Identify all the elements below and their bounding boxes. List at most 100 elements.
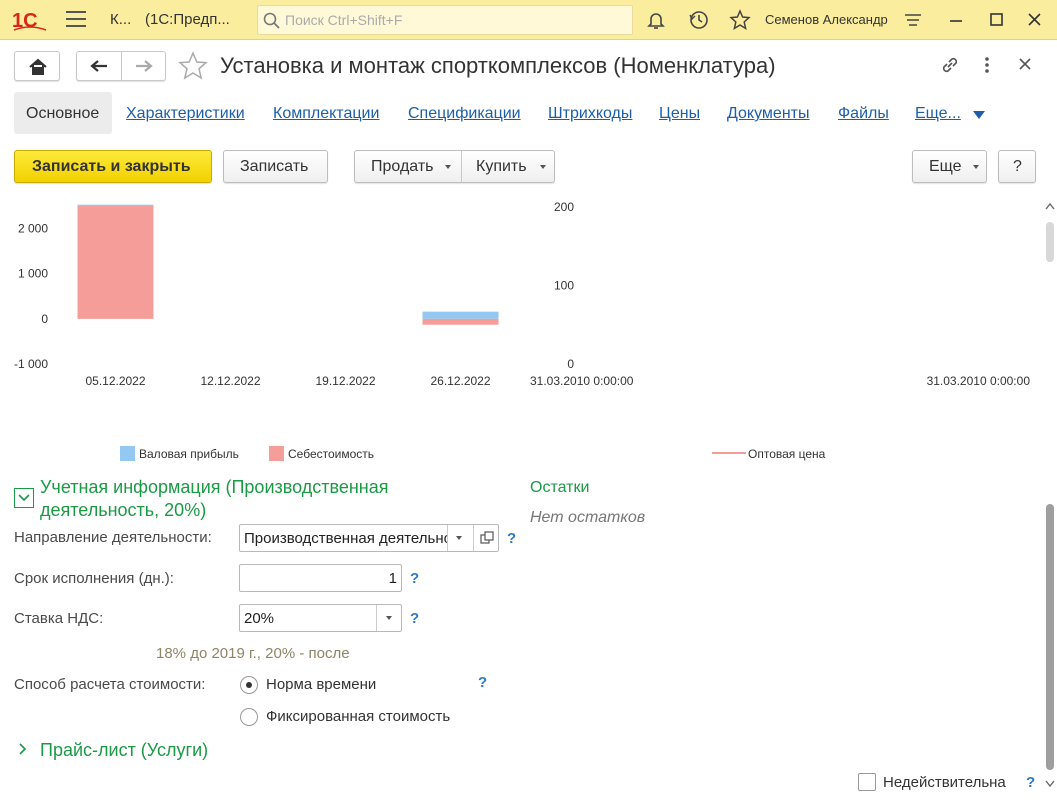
minimize-icon[interactable] — [945, 9, 967, 31]
tab-main-label: Основное — [26, 105, 100, 122]
margin-bar — [77, 204, 154, 207]
scroll-down-icon[interactable] — [1045, 780, 1055, 788]
invalid-label[interactable]: Недействительна — [883, 774, 1006, 791]
close-form-icon[interactable] — [1018, 57, 1032, 71]
accounting-group-title[interactable]: Учетная информация (Производственная дея… — [40, 476, 440, 522]
x-tick-label: 12.12.2022 — [200, 374, 260, 388]
cost-method-label: Способ расчета стоимости: — [14, 676, 206, 693]
bell-icon[interactable] — [645, 9, 667, 31]
y-tick-label: 100 — [554, 279, 574, 293]
open-form-icon[interactable] — [480, 531, 494, 545]
vertical-scrollbar[interactable] — [1042, 190, 1057, 806]
tab-prices[interactable]: Цены — [659, 105, 700, 123]
y-tick-label: -1 000 — [14, 357, 48, 371]
chevron-right-icon[interactable] — [18, 742, 28, 756]
wholesale-price-line-chart: 200 100 0 31.03.2010 0:00:00 31.03.2010 0:00… — [530, 200, 1030, 461]
y-tick-label: 0 — [41, 312, 48, 326]
favorites-star-icon[interactable] — [729, 9, 751, 31]
more-actions-button[interactable]: Еще — [912, 150, 987, 183]
term-field[interactable]: 1 — [239, 564, 402, 592]
help-button[interactable]: ? — [998, 150, 1036, 183]
direction-label: Направление деятельности: — [14, 529, 212, 546]
legend-label: Себестоимость — [288, 447, 374, 461]
cost-bar — [422, 318, 499, 325]
stock-title: Остатки — [530, 479, 590, 496]
home-icon — [29, 58, 47, 75]
legend-label: Оптовая цена — [748, 447, 826, 461]
settings-list-icon[interactable] — [902, 9, 924, 31]
sell-button[interactable]: Продать — [355, 151, 461, 182]
back-button[interactable] — [77, 52, 121, 80]
tab-files[interactable]: Файлы — [838, 105, 889, 123]
menu-icon[interactable] — [66, 11, 86, 29]
cost-method-radio-fixed[interactable] — [240, 708, 258, 726]
field-divider — [473, 525, 474, 551]
pricelist-group-title[interactable]: Прайс-лист (Услуги) — [40, 739, 208, 762]
stock-empty-text: Нет остатков — [530, 509, 646, 526]
app-title[interactable]: К... — [110, 11, 131, 28]
cost-method-option-time-norm[interactable]: Норма времени — [266, 676, 376, 693]
history-icon[interactable] — [688, 9, 710, 31]
direction-dropdown-icon[interactable] — [456, 536, 462, 540]
tab-specifications[interactable]: Спецификации — [408, 105, 521, 123]
search-placeholder: Поиск Ctrl+Shift+F — [285, 12, 403, 28]
group-collapse-toggle[interactable] — [14, 488, 34, 508]
home-button[interactable] — [14, 51, 60, 81]
cost-bar — [77, 206, 154, 319]
tab-more-chevron-icon[interactable] — [973, 111, 985, 119]
save-label: Записать — [240, 158, 309, 175]
invalid-help-icon[interactable]: ? — [1026, 774, 1035, 791]
nav-buttons — [76, 51, 166, 81]
sales-charts: 2 000 1 000 0 -1 000 05.12.2022 12.12.2022 19.… — [14, 200, 1030, 461]
save-and-close-label: Записать и закрыть — [32, 158, 191, 175]
vat-help-icon[interactable]: ? — [410, 610, 419, 627]
cost-method-help-icon[interactable]: ? — [478, 674, 487, 691]
vat-hint: 18% до 2019 г., 20% - после — [156, 645, 350, 662]
help-label: ? — [1013, 158, 1022, 175]
direction-help-icon[interactable]: ? — [507, 530, 516, 547]
cost-method-radio-time-norm[interactable] — [240, 676, 258, 694]
scroll-track-segment — [1046, 222, 1054, 262]
scroll-thumb[interactable] — [1046, 504, 1054, 770]
x-tick-label: 05.12.2022 — [85, 374, 145, 388]
radio-selected-dot — [246, 682, 252, 688]
tab-kits[interactable]: Комплектации — [273, 105, 379, 123]
user-name[interactable]: Семенов Александр — [765, 12, 888, 27]
tab-documents[interactable]: Документы — [727, 105, 809, 123]
chevron-down-icon — [18, 494, 30, 502]
term-help-icon[interactable]: ? — [410, 570, 419, 587]
cost-method-option-fixed[interactable]: Фиксированная стоимость — [266, 708, 450, 725]
tab-barcodes[interactable]: Штрихкоды — [548, 105, 632, 123]
save-and-close-button[interactable]: Записать и закрыть — [14, 150, 212, 183]
favorite-star-icon[interactable] — [177, 51, 209, 81]
1c-logo[interactable]: 1С — [12, 8, 48, 32]
tab-more[interactable]: Еще... — [915, 105, 961, 123]
link-icon[interactable] — [939, 54, 961, 76]
app-subtitle[interactable]: (1С:Предп... — [145, 11, 230, 28]
vat-field[interactable]: 20% — [239, 604, 402, 632]
legend-swatch — [269, 446, 284, 461]
buy-dropdown-icon — [540, 165, 546, 169]
search-icon — [263, 12, 280, 29]
direction-field[interactable]: Производственная деятельность — [239, 524, 499, 552]
close-window-icon[interactable] — [1024, 9, 1046, 31]
legend-label: Валовая прибыль — [139, 447, 239, 461]
save-button[interactable]: Записать — [223, 150, 328, 183]
buy-button[interactable]: Купить — [462, 151, 554, 182]
tab-characteristics[interactable]: Характеристики — [126, 105, 245, 123]
sell-label: Продать — [371, 158, 434, 175]
maximize-icon[interactable] — [986, 9, 1008, 31]
vat-label: Ставка НДС: — [14, 610, 104, 627]
tab-main[interactable]: Основное — [14, 92, 112, 134]
more-vertical-icon[interactable] — [982, 54, 992, 76]
vat-value: 20% — [244, 610, 275, 627]
arrow-left-icon — [90, 60, 107, 72]
vat-dropdown-icon[interactable] — [386, 616, 392, 620]
x-tick-label: 31.03.2010 0:00:00 — [927, 374, 1031, 388]
search-input[interactable]: Поиск Ctrl+Shift+F — [257, 5, 633, 35]
scroll-up-icon[interactable] — [1045, 202, 1055, 210]
x-tick-label: 19.12.2022 — [315, 374, 375, 388]
margin-bar — [422, 311, 499, 319]
invalid-checkbox[interactable] — [858, 773, 876, 791]
forward-button[interactable] — [122, 52, 166, 80]
